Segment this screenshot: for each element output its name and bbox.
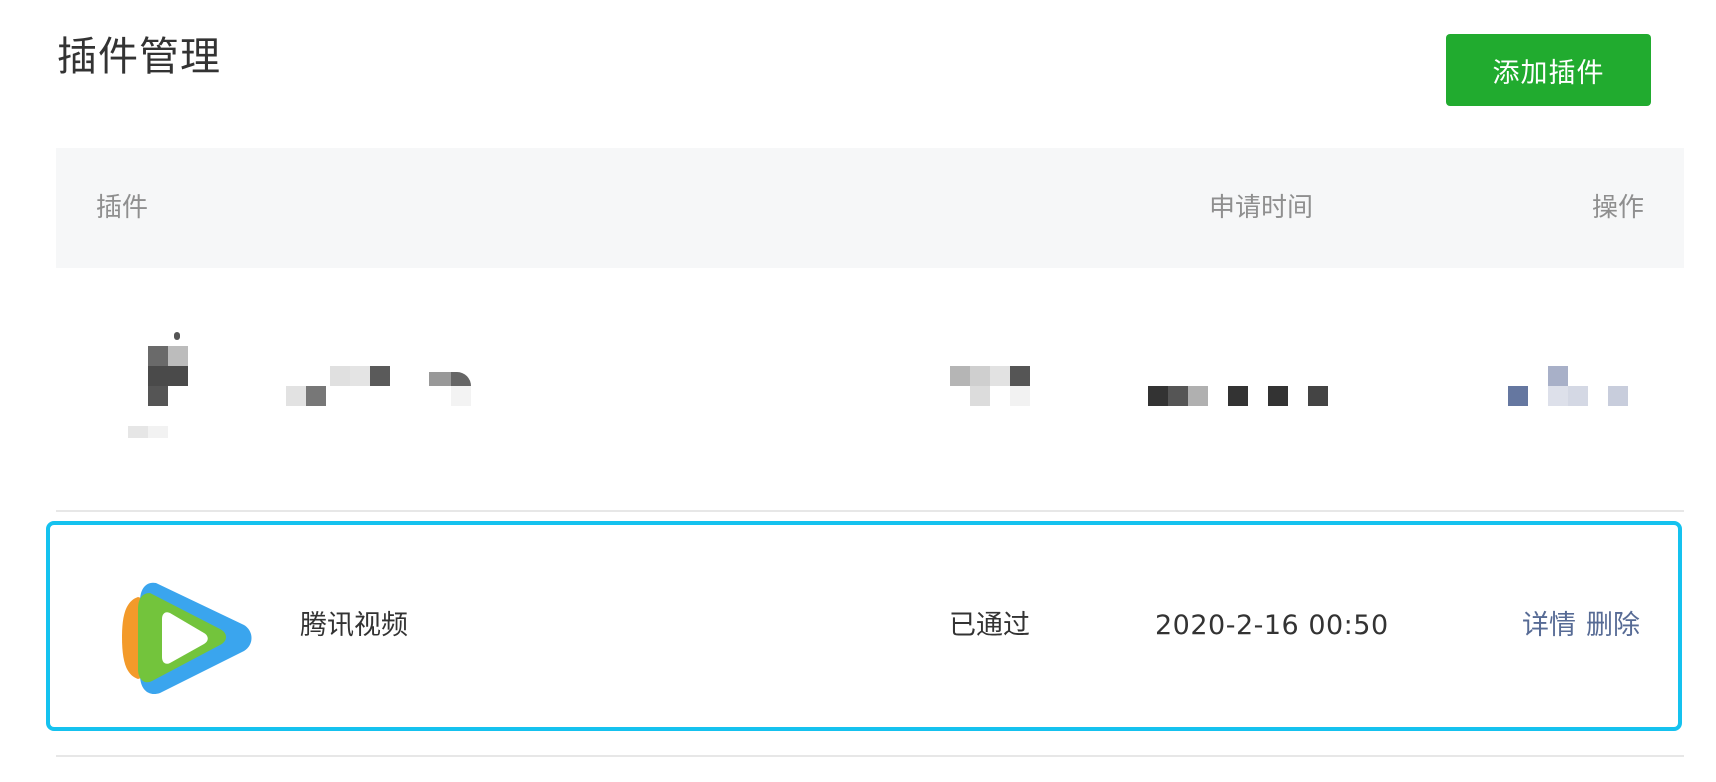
row-divider [56, 755, 1684, 757]
table-row-tencent-video: 腾讯视频 已通过 2020-2-16 00:50 详情 删除 [46, 521, 1682, 731]
add-plugin-button[interactable]: 添加插件 [1446, 34, 1651, 106]
tencent-video-logo-icon [122, 582, 252, 695]
column-header-plugin: 插件 [96, 193, 149, 223]
delete-link[interactable]: 删除 [1586, 610, 1640, 641]
details-link[interactable]: 详情 [1522, 610, 1576, 641]
page-title: 插件管理 [57, 34, 221, 80]
row-actions: 详情 删除 [1522, 525, 1640, 727]
plugin-name: 腾讯视频 [300, 610, 408, 641]
column-header-operations: 操作 [1591, 193, 1644, 223]
table-row-redacted [56, 268, 1684, 512]
column-header-apply-time: 申请时间 [1209, 193, 1314, 223]
apply-time: 2020-2-16 00:50 [1155, 610, 1389, 641]
table-header: 插件 申请时间 操作 [56, 148, 1684, 268]
status-text: 已通过 [949, 610, 1030, 641]
